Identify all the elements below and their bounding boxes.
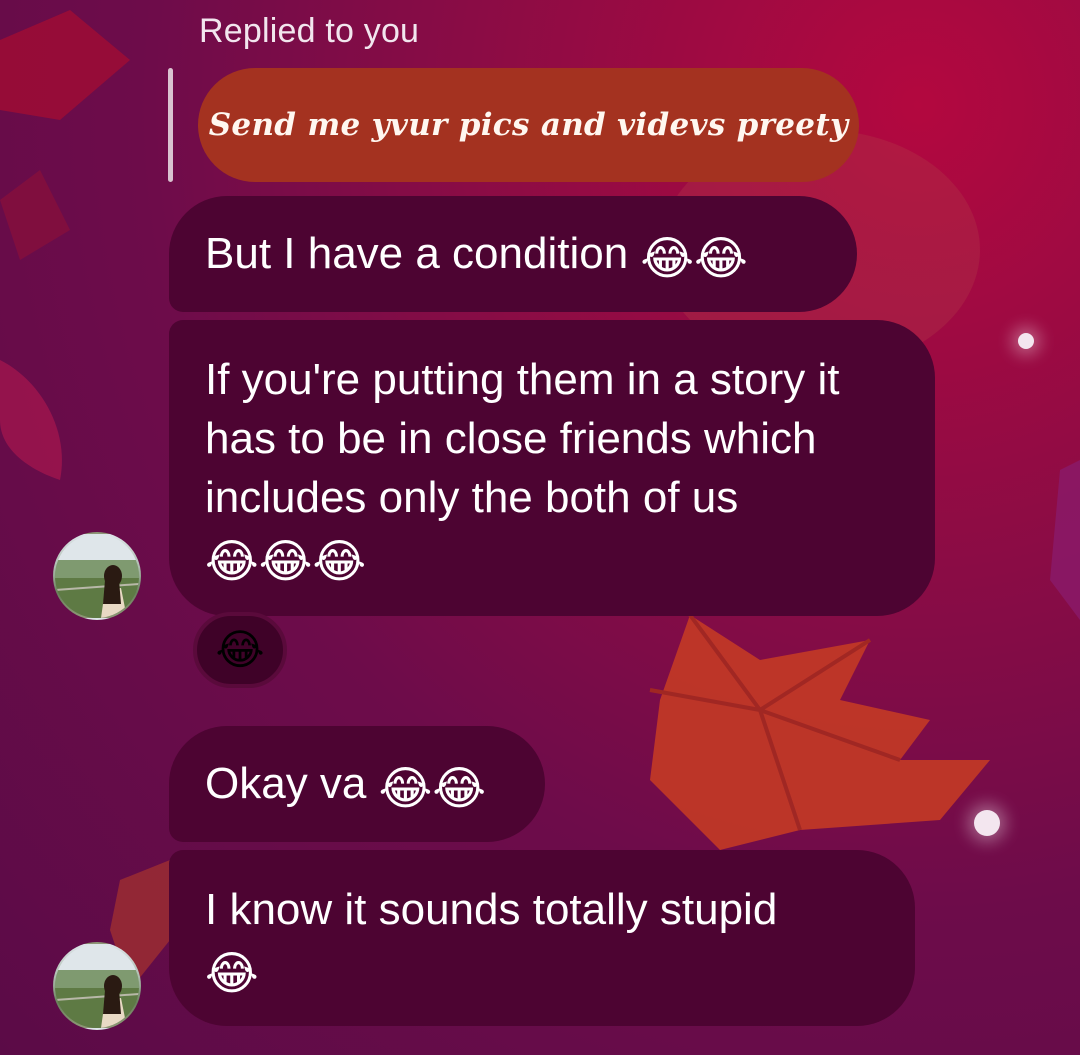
face-with-tears-of-joy-emoji: 😂😂😂 [205,534,367,588]
message-text: But I have a condition [205,229,641,278]
sender-avatar[interactable] [53,532,141,620]
face-with-tears-of-joy-emoji: 😂😂 [640,231,748,285]
message-bubble[interactable]: But I have a condition 😂😂 [169,196,857,312]
quoted-message-bubble[interactable]: Send me yvur pics and videvs preety [198,68,859,182]
message-reaction[interactable]: 😂 [193,612,287,688]
message-text: If you're putting them in a story it has… [205,355,840,522]
bokeh-dot [1018,333,1034,349]
bokeh-dot [974,810,1000,836]
avatar-photo-icon [55,944,139,1028]
sender-avatar[interactable] [53,942,141,1030]
replied-to-you-label: Replied to you [199,12,420,50]
face-with-tears-of-joy-emoji: 😂 [205,946,259,1000]
message-text: I know it sounds totally stupid [205,885,778,934]
message-bubble[interactable]: Okay va 😂😂 [169,726,545,842]
face-with-tears-of-joy-emoji: 😂😂 [378,761,487,815]
message-bubble[interactable]: If you're putting them in a story it has… [169,320,935,616]
message-bubble[interactable]: I know it sounds totally stupid 😂 [169,850,915,1026]
avatar-photo-icon [55,534,139,618]
reply-indicator-bar [168,68,173,182]
face-with-tears-of-joy-emoji: 😂 [215,625,265,674]
message-text: Okay va [205,759,379,808]
